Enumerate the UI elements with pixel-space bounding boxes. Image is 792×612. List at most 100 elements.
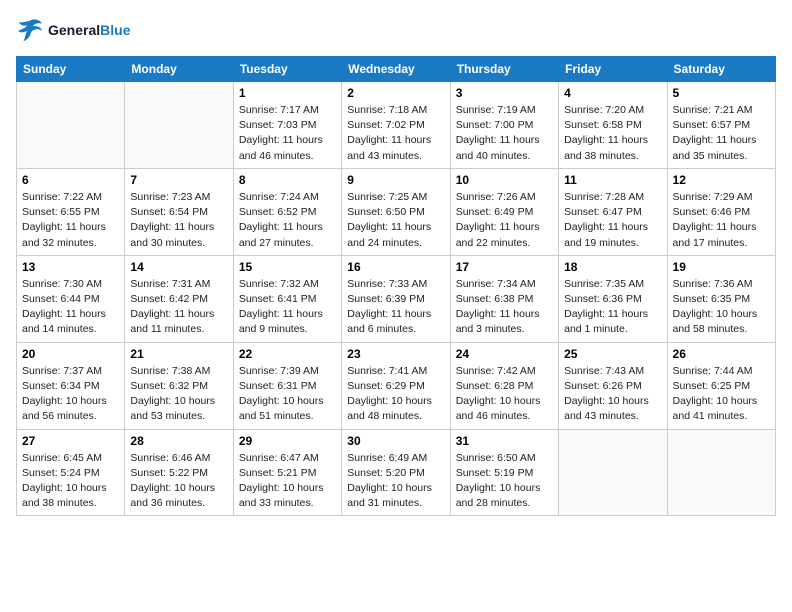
calendar-cell: 17Sunrise: 7:34 AMSunset: 6:38 PMDayligh… xyxy=(450,255,558,342)
cell-line: Sunset: 6:54 PM xyxy=(130,206,208,218)
cell-content: Sunrise: 7:23 AMSunset: 6:54 PMDaylight:… xyxy=(130,190,227,251)
day-number: 6 xyxy=(22,173,119,187)
cell-content: Sunrise: 7:32 AMSunset: 6:41 PMDaylight:… xyxy=(239,277,336,338)
day-number: 27 xyxy=(22,434,119,448)
calendar-cell xyxy=(559,429,667,516)
cell-line: Sunset: 7:03 PM xyxy=(239,119,317,131)
cell-line: Sunset: 7:00 PM xyxy=(456,119,534,131)
cell-line: Sunset: 6:39 PM xyxy=(347,293,425,305)
cell-line: Sunset: 6:28 PM xyxy=(456,380,534,392)
day-number: 26 xyxy=(673,347,770,361)
calendar-cell xyxy=(667,429,775,516)
calendar-week-row: 6 Sunrise: 7:22 AM Sunset: 6:55 PM Daylight… xyxy=(17,168,776,255)
cell-line: Daylight: 11 hours and 11 minutes. xyxy=(130,308,214,335)
cell-line: Daylight: 11 hours and 24 minutes. xyxy=(347,221,431,248)
cell-content: Sunrise: 7:29 AMSunset: 6:46 PMDaylight:… xyxy=(673,190,770,251)
calendar-table: SundayMondayTuesdayWednesdayThursdayFrid… xyxy=(16,56,776,516)
day-number: 2 xyxy=(347,86,444,100)
calendar-cell: 15Sunrise: 7:32 AMSunset: 6:41 PMDayligh… xyxy=(233,255,341,342)
cell-line: Sunrise: 6:50 AM xyxy=(456,452,536,464)
calendar-cell: 31Sunrise: 6:50 AMSunset: 5:19 PMDayligh… xyxy=(450,429,558,516)
day-number: 3 xyxy=(456,86,553,100)
day-number: 23 xyxy=(347,347,444,361)
calendar-cell: 9Sunrise: 7:25 AMSunset: 6:50 PMDaylight… xyxy=(342,168,450,255)
day-number: 30 xyxy=(347,434,444,448)
cell-line: Daylight: 10 hours and 58 minutes. xyxy=(673,308,758,335)
cell-line: Sunrise: 7:37 AM xyxy=(22,365,102,377)
cell-line: Sunset: 5:20 PM xyxy=(347,467,425,479)
calendar-week-row: 1Sunrise: 7:17 AMSunset: 7:03 PMDaylight… xyxy=(17,82,776,169)
cell-line: Sunset: 6:32 PM xyxy=(130,380,208,392)
day-number: 24 xyxy=(456,347,553,361)
cell-content: Sunrise: 6:46 AMSunset: 5:22 PMDaylight:… xyxy=(130,451,227,512)
cell-line: Daylight: 11 hours and 35 minutes. xyxy=(673,134,757,161)
day-number: 4 xyxy=(564,86,661,100)
calendar-cell: 5Sunrise: 7:21 AMSunset: 6:57 PMDaylight… xyxy=(667,82,775,169)
calendar-cell: 22Sunrise: 7:39 AMSunset: 6:31 PMDayligh… xyxy=(233,342,341,429)
cell-content: Sunrise: 7:20 AMSunset: 6:58 PMDaylight:… xyxy=(564,103,661,164)
cell-content: Sunrise: 7:24 AMSunset: 6:52 PMDaylight:… xyxy=(239,190,336,251)
cell-line: Sunset: 5:24 PM xyxy=(22,467,100,479)
cell-line: Sunset: 7:02 PM xyxy=(347,119,425,131)
cell-line: Sunrise: 7:22 AM xyxy=(22,191,102,203)
calendar-cell: 7 Sunrise: 7:23 AMSunset: 6:54 PMDaylight… xyxy=(125,168,233,255)
cell-line: Sunset: 6:36 PM xyxy=(564,293,642,305)
cell-line: Sunrise: 7:17 AM xyxy=(239,104,319,116)
cell-line: Sunset: 6:55 PM xyxy=(22,206,100,218)
cell-line: Sunrise: 7:31 AM xyxy=(130,278,210,290)
cell-line: Sunrise: 7:44 AM xyxy=(673,365,753,377)
cell-line: Daylight: 11 hours and 27 minutes. xyxy=(239,221,323,248)
day-of-week-header: Thursday xyxy=(450,57,558,82)
cell-content: Sunrise: 7:42 AMSunset: 6:28 PMDaylight:… xyxy=(456,364,553,425)
cell-line: Sunrise: 7:41 AM xyxy=(347,365,427,377)
calendar-cell: 18Sunrise: 7:35 AMSunset: 6:36 PMDayligh… xyxy=(559,255,667,342)
calendar-cell xyxy=(125,82,233,169)
cell-line: Sunrise: 7:30 AM xyxy=(22,278,102,290)
day-number: 13 xyxy=(22,260,119,274)
day-number: 22 xyxy=(239,347,336,361)
cell-line: Daylight: 11 hours and 14 minutes. xyxy=(22,308,106,335)
cell-line: Daylight: 11 hours and 40 minutes. xyxy=(456,134,540,161)
cell-line: Daylight: 10 hours and 48 minutes. xyxy=(347,395,432,422)
cell-line: Daylight: 11 hours and 30 minutes. xyxy=(130,221,214,248)
cell-content: Sunrise: 7:44 AMSunset: 6:25 PMDaylight:… xyxy=(673,364,770,425)
cell-line: Sunset: 6:31 PM xyxy=(239,380,317,392)
calendar-cell: 1Sunrise: 7:17 AMSunset: 7:03 PMDaylight… xyxy=(233,82,341,169)
cell-line: Sunrise: 7:39 AM xyxy=(239,365,319,377)
cell-line: Sunrise: 7:43 AM xyxy=(564,365,644,377)
day-number: 16 xyxy=(347,260,444,274)
calendar-cell: 26 Sunrise: 7:44 AMSunset: 6:25 PMDayligh… xyxy=(667,342,775,429)
cell-line: Daylight: 10 hours and 43 minutes. xyxy=(564,395,649,422)
cell-line: Sunrise: 7:28 AM xyxy=(564,191,644,203)
cell-line: Sunset: 6:57 PM xyxy=(673,119,751,131)
day-number: 5 xyxy=(673,86,770,100)
cell-line: Sunset: 6:52 PM xyxy=(239,206,317,218)
cell-content: Sunrise: 7:43 AMSunset: 6:26 PMDaylight:… xyxy=(564,364,661,425)
cell-line: Sunset: 6:44 PM xyxy=(22,293,100,305)
day-number: 21 xyxy=(130,347,227,361)
calendar-cell: 2Sunrise: 7:18 AMSunset: 7:02 PMDaylight… xyxy=(342,82,450,169)
cell-line: Sunrise: 7:35 AM xyxy=(564,278,644,290)
cell-content: Sunrise: 7:22 AMSunset: 6:55 PMDaylight:… xyxy=(22,190,119,251)
cell-line: Daylight: 10 hours and 38 minutes. xyxy=(22,482,107,509)
cell-line: Daylight: 11 hours and 22 minutes. xyxy=(456,221,540,248)
calendar-cell: 12Sunrise: 7:29 AMSunset: 6:46 PMDayligh… xyxy=(667,168,775,255)
cell-line: Sunset: 6:50 PM xyxy=(347,206,425,218)
cell-content: Sunrise: 7:38 AMSunset: 6:32 PMDaylight:… xyxy=(130,364,227,425)
calendar-cell: 13 Sunrise: 7:30 AM Sunset: 6:44 PM Dayligh… xyxy=(17,255,125,342)
cell-line: Daylight: 11 hours and 1 minute. xyxy=(564,308,648,335)
calendar-cell xyxy=(17,82,125,169)
cell-content: Sunrise: 7:41 AMSunset: 6:29 PMDaylight:… xyxy=(347,364,444,425)
day-number: 11 xyxy=(564,173,661,187)
calendar-cell: 21 Sunrise: 7:38 AMSunset: 6:32 PMDayligh… xyxy=(125,342,233,429)
day-of-week-header: Monday xyxy=(125,57,233,82)
logo-text: GeneralBlue xyxy=(48,22,130,39)
cell-line: Sunset: 5:21 PM xyxy=(239,467,317,479)
cell-line: Daylight: 10 hours and 31 minutes. xyxy=(347,482,432,509)
day-number: 19 xyxy=(673,260,770,274)
day-number: 7 xyxy=(130,173,227,187)
cell-line: Sunrise: 7:18 AM xyxy=(347,104,427,116)
calendar-cell: 24 Sunrise: 7:42 AMSunset: 6:28 PMDayligh… xyxy=(450,342,558,429)
cell-line: Sunrise: 6:45 AM xyxy=(22,452,102,464)
cell-line: Sunrise: 7:19 AM xyxy=(456,104,536,116)
